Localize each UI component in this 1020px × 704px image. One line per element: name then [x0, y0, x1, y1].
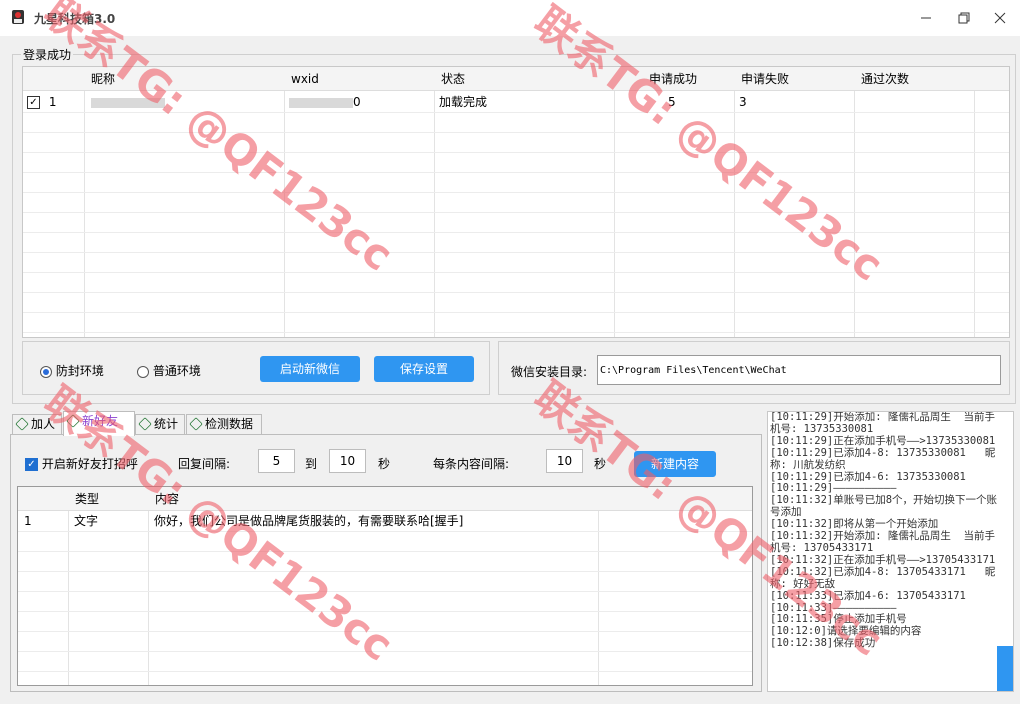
- reply-interval-to[interactable]: 10: [329, 449, 366, 473]
- blurred-wxid: [289, 97, 353, 108]
- accounts-grid: 昵称 wxid 状态 申请成功 申请失败 通过次数 ✓ 1 0 加载完成 5 3: [22, 66, 1010, 338]
- radio-selected-icon: [40, 365, 52, 378]
- content-interval-label: 每条内容间隔:: [433, 457, 510, 471]
- layers-icon: [66, 414, 80, 428]
- table-row[interactable]: ✓ 1: [27, 92, 56, 112]
- grid-header-nickname: 昵称: [85, 67, 285, 91]
- install-dir-input[interactable]: C:\Program Files\Tencent\WeChat: [597, 355, 1001, 385]
- log-line: [10:11:29]已添加4-8: 13735330081 昵称: 川航发纺织: [770, 446, 996, 471]
- tab-new-friends[interactable]: 新好友: [63, 411, 135, 436]
- content-row-type[interactable]: 文字: [74, 511, 98, 531]
- grid-header-wxid: wxid: [285, 67, 435, 91]
- checkbox-checked-icon: ✓: [25, 458, 38, 471]
- close-button[interactable]: [980, 0, 1020, 36]
- reply-interval-label: 回复间隔:: [178, 457, 231, 471]
- grid-header-select: [23, 67, 85, 91]
- minimize-icon: [921, 17, 931, 19]
- login-group-legend: 登录成功: [21, 46, 74, 63]
- row-success-count: 5: [668, 95, 676, 109]
- log-line: [10:11:29]开始添加: 隆儒礼品周生 当前手机号: 1373533008…: [770, 411, 996, 435]
- log-text: [10:11:29]开始添加: 隆儒礼品周生 当前手机号: 1373533008…: [770, 412, 998, 650]
- log-line: [10:11:32]正在添加手机号——>13705433171: [770, 553, 996, 566]
- close-icon: [994, 12, 1006, 24]
- content-header-index: [18, 487, 69, 511]
- reply-interval-from[interactable]: 5: [258, 449, 295, 473]
- radio-normal-env[interactable]: 普通环境: [137, 362, 201, 379]
- row-wxid: 0: [289, 92, 361, 112]
- window-title: 九星科技箱3.0: [34, 12, 116, 26]
- greeting-toggle[interactable]: ✓ 开启新好友打招呼: [25, 455, 138, 472]
- content-row-text[interactable]: 你好，我们公司是做品牌尾货服装的，有需要联系哈[握手]: [154, 511, 463, 531]
- content-interval-input[interactable]: 10: [546, 449, 583, 473]
- grid-header-status: 状态: [435, 67, 615, 91]
- log-panel[interactable]: [10:11:29]开始添加: 隆儒礼品周生 当前手机号: 1373533008…: [767, 411, 1014, 692]
- log-line: [10:12:38]保存成功: [770, 637, 876, 650]
- radio-unselected-icon: [137, 365, 149, 378]
- log-line: [10:11:29]正在添加手机号——>13735330081: [770, 434, 996, 447]
- restore-icon: [958, 12, 970, 24]
- log-line: [10:11:33]已添加4-6: 13705433171: [770, 589, 966, 602]
- log-line: [10:11:32]单账号已加8个，开始切换下一个账号添加: [770, 494, 998, 519]
- content-header-type: 类型: [69, 487, 149, 511]
- log-line: [10:11:32]开始添加: 隆儒礼品周生 当前手机号: 1370543317…: [770, 530, 996, 554]
- radio-protected-env[interactable]: 防封环境: [40, 362, 104, 379]
- content-row-index[interactable]: 1: [24, 511, 32, 531]
- layers-icon: [138, 417, 152, 431]
- content-table: 类型 内容 1 文字 你好，我们公司是做品牌尾货服装的，有需要联系哈[握手]: [17, 486, 753, 686]
- grid-header-passed: 通过次数: [855, 67, 1009, 91]
- launch-wechat-button[interactable]: 启动新微信: [260, 356, 360, 382]
- seconds-label: 秒: [378, 457, 391, 471]
- tab-add-people[interactable]: 加人: [12, 414, 62, 435]
- maximize-button[interactable]: [944, 0, 984, 36]
- row-index: 1: [48, 95, 57, 109]
- new-content-button[interactable]: 新建内容: [634, 451, 716, 477]
- log-scrollbar-thumb[interactable]: [997, 646, 1013, 691]
- row-nickname: [91, 92, 181, 112]
- to-label: 到: [305, 457, 318, 471]
- grid-header-fail: 申请失败: [735, 67, 855, 91]
- tab-detect-data[interactable]: 检测数据: [186, 414, 262, 435]
- install-dir-label: 微信安装目录:: [511, 365, 588, 379]
- minimize-button[interactable]: [906, 0, 946, 36]
- log-line: [10:11:32]已添加4-8: 13705433171 昵称: 好好无敌: [770, 565, 996, 590]
- layers-icon: [189, 417, 203, 431]
- row-checkbox[interactable]: ✓: [27, 96, 40, 109]
- row-status: 加载完成: [439, 95, 488, 109]
- save-settings-button[interactable]: 保存设置: [374, 356, 474, 382]
- grid-header-success: 申请成功: [615, 67, 735, 91]
- tab-statistics[interactable]: 统计: [135, 414, 185, 435]
- content-header-content: 内容: [149, 487, 752, 511]
- row-fail-count: 3: [739, 95, 747, 109]
- title-bar: 九星科技箱3.0: [0, 0, 1020, 36]
- layers-icon: [15, 417, 29, 431]
- seconds-label-2: 秒: [594, 457, 607, 471]
- app-logo-icon: [12, 10, 24, 24]
- blurred-nickname: [91, 97, 165, 108]
